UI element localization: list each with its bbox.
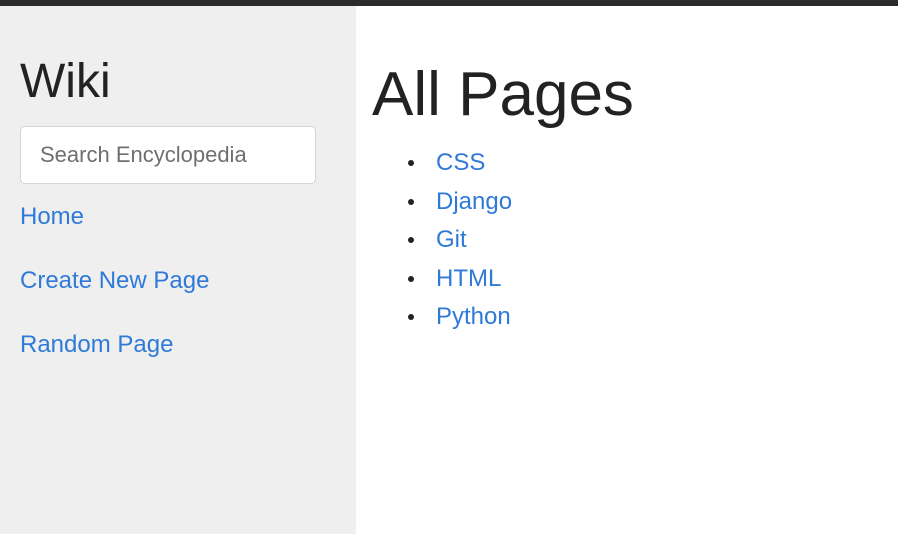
page-title: All Pages bbox=[372, 60, 634, 129]
bullet-icon bbox=[408, 275, 414, 282]
sidebar: Wiki Home Create New Page Random Page bbox=[0, 6, 356, 534]
bullet-icon bbox=[408, 314, 414, 320]
bullet-icon bbox=[408, 198, 414, 205]
bullet-icon bbox=[408, 160, 414, 166]
nav-link-create-new-page[interactable]: Create New Page bbox=[20, 266, 209, 296]
site-title: Wiki bbox=[20, 55, 111, 108]
page-link-git[interactable]: Git bbox=[436, 223, 467, 257]
page-link-django[interactable]: Django bbox=[436, 185, 512, 219]
nav-link-random-page[interactable]: Random Page bbox=[20, 330, 173, 360]
page-link-html[interactable]: HTML bbox=[436, 262, 501, 296]
bullet-icon bbox=[408, 237, 414, 243]
page-link-css[interactable]: CSS bbox=[436, 146, 485, 180]
nav-link-home[interactable]: Home bbox=[20, 202, 84, 232]
search-input[interactable] bbox=[20, 126, 316, 184]
page-link-python[interactable]: Python bbox=[436, 300, 511, 334]
